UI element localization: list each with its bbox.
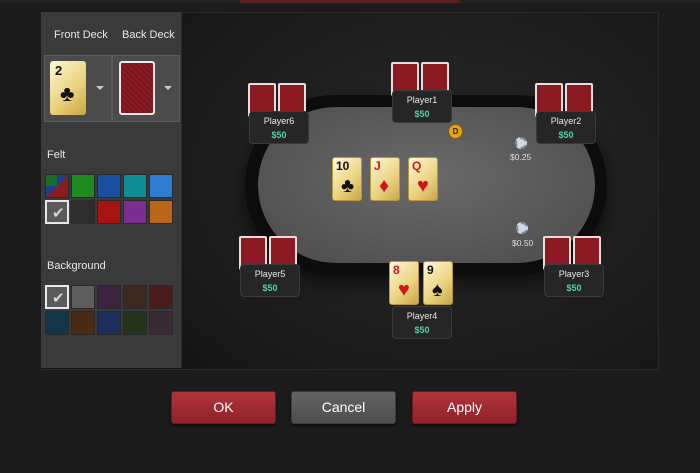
check-icon: ✔ xyxy=(52,289,65,307)
background-color-swatch[interactable] xyxy=(71,311,95,335)
bet-amount: $0.50 xyxy=(512,238,534,248)
back-deck-selector[interactable] xyxy=(112,55,180,122)
front-card-rank: 2 xyxy=(55,63,63,78)
bet-amount: $0.25 xyxy=(510,152,532,162)
hero-card-suit: ♥ xyxy=(398,279,410,301)
felt-color-swatch[interactable] xyxy=(97,200,121,224)
felt-color-swatch[interactable] xyxy=(123,200,147,224)
background-color-swatch[interactable] xyxy=(71,285,95,309)
front-card-suit: ♣ xyxy=(60,81,75,106)
background-section-title: Background xyxy=(47,260,106,272)
board-card: 10 ♣ xyxy=(332,157,362,201)
player-plate: Player5 $50 xyxy=(240,264,300,297)
player-plate: Player6 $50 xyxy=(249,111,309,144)
felt-color-grid: ✔ xyxy=(45,174,173,224)
check-icon: ✔ xyxy=(52,204,65,222)
board-card: Q ♥ xyxy=(408,157,438,201)
back-deck-label: Back Deck xyxy=(122,29,175,41)
front-deck-label: Front Deck xyxy=(54,29,108,41)
back-deck-card-preview xyxy=(119,61,155,115)
player-stack: $50 xyxy=(566,283,582,293)
dealer-button: D xyxy=(448,124,463,139)
hero-card-suit: ♠ xyxy=(432,279,443,301)
background-color-swatch[interactable] xyxy=(123,285,147,309)
felt-section-title: Felt xyxy=(47,149,66,161)
chevron-down-icon[interactable] xyxy=(164,86,172,90)
felt-color-swatch[interactable] xyxy=(123,174,147,198)
settings-panel: Front Deck Back Deck 2 ♣ Felt ✔ Backgrou… xyxy=(41,12,182,368)
felt-color-swatch[interactable] xyxy=(71,200,95,224)
background-color-swatch[interactable] xyxy=(45,311,69,335)
apply-button[interactable]: Apply xyxy=(412,391,517,424)
hero-card-rank: 8 xyxy=(393,263,400,277)
player-name: Player4 xyxy=(406,311,438,321)
player-name: Player6 xyxy=(263,116,295,126)
board-card: J ♦ xyxy=(370,157,400,201)
chip-stack-icon xyxy=(516,222,528,234)
player-name: Player5 xyxy=(254,269,286,279)
felt-color-swatch[interactable] xyxy=(45,174,69,198)
hero-card-rank: 9 xyxy=(427,263,434,277)
player-name: Player1 xyxy=(406,95,438,105)
background-color-swatch[interactable] xyxy=(149,285,173,309)
felt-color-swatch[interactable] xyxy=(149,174,173,198)
player-plate: Player4 $50 xyxy=(392,306,452,339)
player-stack: $50 xyxy=(558,130,574,140)
player-name: Player3 xyxy=(558,269,590,279)
board-card-suit: ♥ xyxy=(417,175,429,197)
player-plate: Player3 $50 xyxy=(544,264,604,297)
board-card-suit: ♣ xyxy=(341,175,355,197)
board-card-suit: ♦ xyxy=(379,175,390,197)
chip-stack-icon xyxy=(515,137,527,149)
player-stack: $50 xyxy=(414,109,430,119)
player-stack: $50 xyxy=(262,283,278,293)
player-plate: Player2 $50 xyxy=(536,111,596,144)
felt-color-swatch[interactable] xyxy=(71,174,95,198)
cancel-button[interactable]: Cancel xyxy=(291,391,396,424)
background-color-swatch[interactable]: ✔ xyxy=(45,285,69,309)
background-color-swatch[interactable] xyxy=(97,285,121,309)
ok-button[interactable]: OK xyxy=(171,391,276,424)
front-deck-selector[interactable]: 2 ♣ xyxy=(44,55,112,122)
felt-color-swatch[interactable]: ✔ xyxy=(45,200,69,224)
player-name: Player2 xyxy=(550,116,582,126)
hero-card: 8 ♥ xyxy=(389,261,419,305)
top-bar-accent xyxy=(240,0,460,3)
player-plate: Player1 $50 xyxy=(392,90,452,123)
hero-card: 9 ♠ xyxy=(423,261,453,305)
board-card-rank: J xyxy=(374,159,381,173)
felt-color-swatch[interactable] xyxy=(149,200,173,224)
background-color-swatch[interactable] xyxy=(123,311,147,335)
chevron-down-icon[interactable] xyxy=(96,86,104,90)
background-color-swatch[interactable] xyxy=(97,311,121,335)
player-stack: $50 xyxy=(414,325,430,335)
player-stack: $50 xyxy=(271,130,287,140)
felt-color-swatch[interactable] xyxy=(97,174,121,198)
front-deck-card-preview: 2 ♣ xyxy=(50,61,86,115)
background-color-grid: ✔ xyxy=(45,285,173,335)
board-card-rank: Q xyxy=(412,159,422,173)
board-card-rank: 10 xyxy=(336,159,350,173)
background-color-swatch[interactable] xyxy=(149,311,173,335)
